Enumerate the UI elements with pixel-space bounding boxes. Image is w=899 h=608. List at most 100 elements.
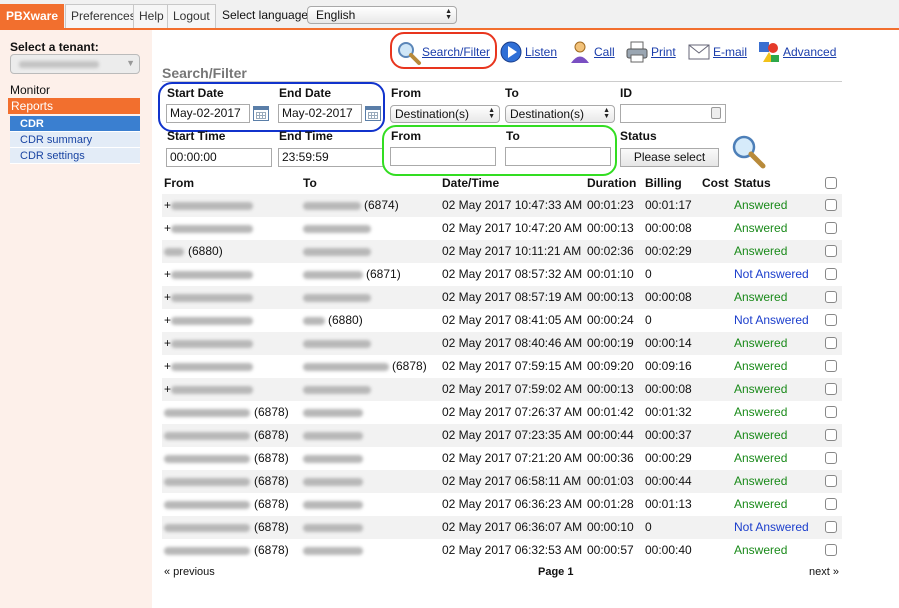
redacted-value — [303, 454, 363, 463]
start-date-field[interactable]: May-02-2017 — [166, 104, 250, 123]
row-checkbox[interactable] — [825, 360, 837, 372]
cell-duration: 00:00:36 — [587, 451, 634, 465]
table-row[interactable]: (6880) 02 May 2017 10:11:21 AM 00:02:36 00:… — [162, 240, 842, 263]
from-number-field[interactable] — [390, 147, 496, 166]
table-row[interactable]: +02 May 2017 10:47:20 AM 00:00:13 00:00:08… — [162, 217, 842, 240]
nav-cdr-summary[interactable]: CDR summary — [10, 132, 140, 148]
nav-monitor[interactable]: Monitor — [10, 83, 50, 97]
language-select[interactable]: English ▲ ▼ — [307, 6, 457, 24]
table-row[interactable]: (6878) 02 May 2017 06:36:23 AM 00:01:28 00:… — [162, 493, 842, 516]
search-filter-tool[interactable]: Search/Filter — [396, 38, 490, 66]
row-checkbox[interactable] — [825, 406, 837, 418]
row-checkbox[interactable] — [825, 222, 837, 234]
table-row[interactable]: + (6880) 02 May 2017 08:41:05 AM 00:00:24 0 N… — [162, 309, 842, 332]
nav-cdr[interactable]: CDR — [10, 116, 140, 132]
table-row[interactable]: + (6871) 02 May 2017 08:57:32 AM 00:01:10 0 N… — [162, 263, 842, 286]
table-row[interactable]: (6878) 02 May 2017 07:26:37 AM 00:01:42 00:… — [162, 401, 842, 424]
table-row[interactable]: (6878) 02 May 2017 06:32:53 AM 00:00:57 00:… — [162, 539, 842, 562]
start-time-field[interactable]: 00:00:00 — [166, 148, 272, 167]
row-checkbox[interactable] — [825, 245, 837, 257]
to-label: To — [505, 86, 519, 100]
tab-logout[interactable]: Logout — [167, 4, 216, 28]
start-date-label: Start Date — [167, 86, 224, 100]
row-checkbox[interactable] — [825, 337, 837, 349]
cell-status: Answered — [734, 221, 788, 235]
end-time-field[interactable]: 23:59:59 — [278, 148, 384, 167]
col-status[interactable]: Status — [734, 176, 771, 190]
redacted-value — [303, 477, 363, 486]
nav-reports[interactable]: Reports — [8, 98, 140, 114]
col-billing[interactable]: Billing — [645, 176, 682, 190]
row-checkbox[interactable] — [825, 475, 837, 487]
tab-help[interactable]: Help — [133, 4, 170, 28]
table-row[interactable]: +02 May 2017 08:40:46 AM 00:00:19 00:00:14… — [162, 332, 842, 355]
col-duration[interactable]: Duration — [587, 176, 636, 190]
id-field[interactable] — [620, 104, 726, 123]
row-checkbox[interactable] — [825, 291, 837, 303]
table-row[interactable]: +02 May 2017 07:59:02 AM 00:00:13 00:00:08… — [162, 378, 842, 401]
email-tool[interactable]: E-mail — [687, 38, 747, 66]
cell-datetime: 02 May 2017 10:11:21 AM — [442, 244, 582, 258]
search-icon[interactable] — [730, 133, 766, 169]
redacted-value — [171, 316, 254, 325]
status-select-button[interactable]: Please select — [620, 148, 719, 167]
table-row[interactable]: +02 May 2017 08:57:19 AM 00:00:13 00:00:08… — [162, 286, 842, 309]
table-row[interactable]: (6878) 02 May 2017 06:36:07 AM 00:00:10 0 No… — [162, 516, 842, 539]
row-checkbox[interactable] — [825, 314, 837, 326]
row-checkbox[interactable] — [825, 452, 837, 464]
cell-datetime: 02 May 2017 08:41:05 AM — [442, 313, 583, 327]
row-checkbox[interactable] — [825, 383, 837, 395]
table-row[interactable]: + (6878) 02 May 2017 07:59:15 AM 00:09:20 00… — [162, 355, 842, 378]
listen-link[interactable]: Listen — [525, 45, 557, 59]
table-row[interactable]: (6878) 02 May 2017 06:58:11 AM 00:01:03 00:… — [162, 470, 842, 493]
advanced-tool[interactable]: Advanced — [757, 38, 836, 66]
advanced-link[interactable]: Advanced — [783, 45, 836, 59]
email-link[interactable]: E-mail — [713, 45, 747, 59]
table-row[interactable]: (6878) 02 May 2017 07:23:35 AM 00:00:44 00:… — [162, 424, 842, 447]
row-checkbox[interactable] — [825, 498, 837, 510]
cell-duration: 00:00:24 — [587, 313, 634, 327]
cell-from: (6878) — [164, 470, 289, 493]
to-destination-select[interactable]: Destination(s) ▲ ▼ — [505, 105, 615, 123]
call-link[interactable]: Call — [594, 45, 615, 59]
nav-cdr-settings[interactable]: CDR settings — [10, 148, 140, 164]
row-checkbox[interactable] — [825, 544, 837, 556]
print-tool[interactable]: Print — [625, 38, 676, 66]
col-from[interactable]: From — [164, 176, 194, 190]
from-text: (6880) — [188, 244, 223, 258]
table-row[interactable]: (6878) 02 May 2017 07:21:20 AM 00:00:36 00:… — [162, 447, 842, 470]
select-all-checkbox[interactable] — [825, 177, 837, 189]
tab-preferences[interactable]: Preferences — [65, 4, 142, 28]
from-text: + — [164, 290, 172, 304]
select-arrows-icon: ▲ ▼ — [445, 8, 452, 21]
redacted-value — [303, 385, 371, 394]
to-number-field[interactable] — [505, 147, 611, 166]
row-checkbox[interactable] — [825, 521, 837, 533]
col-cost[interactable]: Cost — [702, 176, 729, 190]
from-text: + — [164, 198, 172, 212]
cell-status: Answered — [734, 359, 788, 373]
from-destination-select[interactable]: Destination(s) ▲ ▼ — [390, 105, 500, 123]
tenant-select[interactable]: ▼ — [10, 54, 140, 74]
cell-billing: 00:00:37 — [645, 428, 692, 442]
col-datetime[interactable]: Date/Time — [442, 176, 499, 190]
col-to[interactable]: To — [303, 176, 317, 190]
listen-tool[interactable]: Listen — [499, 38, 557, 66]
calendar-icon[interactable] — [365, 106, 381, 121]
cell-duration: 00:01:23 — [587, 198, 634, 212]
row-checkbox[interactable] — [825, 429, 837, 441]
end-date-field[interactable]: May-02-2017 — [278, 104, 362, 123]
calendar-icon[interactable] — [253, 106, 269, 121]
row-checkbox[interactable] — [825, 199, 837, 211]
to-destination-value: Destination(s) — [510, 107, 585, 121]
tab-pbxware[interactable]: PBXware — [0, 4, 65, 28]
search-filter-link[interactable]: Search/Filter — [422, 45, 490, 59]
next-link[interactable]: next » — [809, 566, 839, 578]
print-link[interactable]: Print — [651, 45, 676, 59]
previous-link[interactable]: « previous — [164, 566, 215, 578]
row-checkbox[interactable] — [825, 268, 837, 280]
redacted-value — [303, 247, 371, 256]
cell-datetime: 02 May 2017 10:47:33 AM — [442, 198, 583, 212]
call-tool[interactable]: Call — [568, 38, 615, 66]
table-row[interactable]: + (6874) 02 May 2017 10:47:33 AM 00:01:23 00… — [162, 194, 842, 217]
